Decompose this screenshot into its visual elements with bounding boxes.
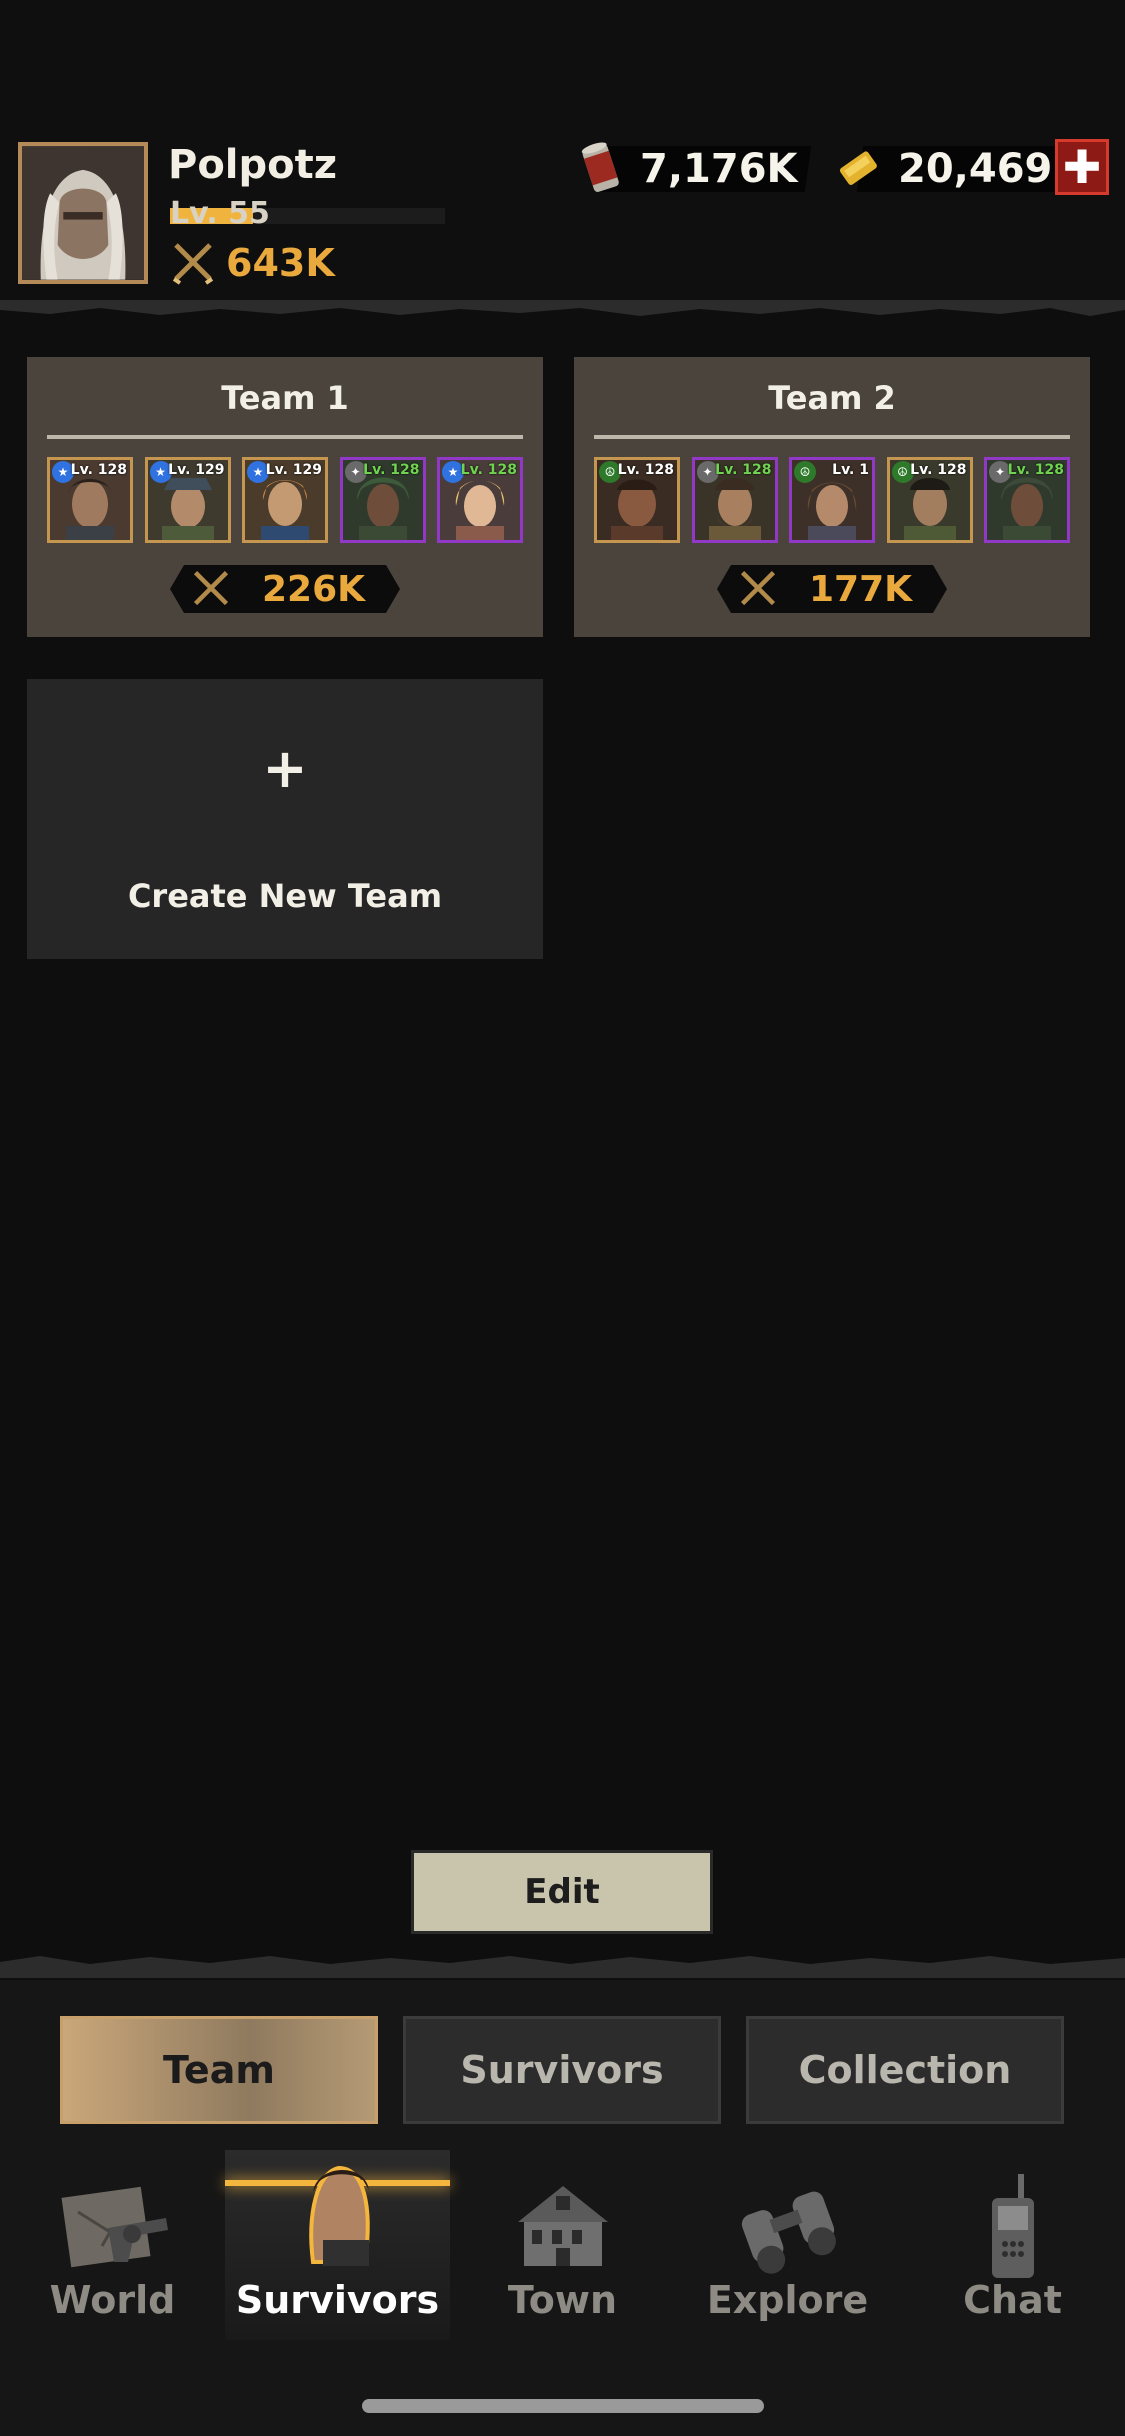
town-house-icon [517,2186,608,2266]
survivor-portrait[interactable]: ☮ Lv. 128 [594,457,680,543]
survivor-level: Lv. 1 [832,462,869,478]
gold-value: 20,469 [898,146,1053,192]
nav-explore[interactable]: Explore [675,2150,900,2340]
survivor-level: Lv. 128 [715,462,772,478]
survivor-portrait[interactable]: ★ Lv. 128 [47,457,133,543]
player-level: Lv. 55 [170,196,270,231]
tab-team[interactable]: Team [60,2016,378,2124]
plus-icon: ✚ [1062,140,1102,194]
survivor-portrait[interactable]: ★ Lv. 129 [144,457,231,543]
nav-town[interactable]: Town [450,2150,675,2340]
nav-label: Survivors [235,2278,440,2322]
tab-label: Collection [798,2048,1012,2092]
team-power-value: 226K [262,569,366,610]
survivor-level: Lv. 129 [265,462,322,478]
torn-edge-divider [0,1956,1125,1978]
survivor-portrait[interactable]: ★ Lv. 129 [242,457,328,543]
resource-gold[interactable]: 20,469 [834,140,1068,198]
create-team-label: Create New Team [127,877,443,915]
team-title: Team 1 [221,379,349,417]
tab-survivors[interactable]: Survivors [403,2016,721,2124]
nav-label: Town [507,2278,618,2322]
nav-chat[interactable]: Chat [900,2150,1125,2340]
nav-survivors[interactable]: Survivors [225,2150,450,2340]
nav-world[interactable]: World [0,2150,225,2340]
avatar-portrait-icon [22,146,144,280]
food-value: 7,176K [640,146,798,192]
survivor-level: Lv. 128 [460,462,517,478]
team-card-2[interactable]: Team 2 ☮ Lv. 128 ✦ Lv. 128 ☮ Lv. 1 ☮ Lv.… [574,357,1090,637]
tab-label: Survivors [460,2048,664,2092]
home-indicator[interactable] [362,2399,764,2413]
survivor-level: Lv. 128 [363,462,420,478]
team-power: 226K [170,565,400,613]
binoculars-icon [741,2191,836,2274]
player-name: Polpotz [168,142,338,188]
canned-food-icon [581,142,619,192]
nav-label: Chat [963,2278,1062,2322]
tab-label: Team [163,2048,275,2092]
crossed-swords-icon [740,571,776,606]
survivor-portrait[interactable]: ✦ Lv. 128 [984,457,1070,543]
plus-icon: + [262,737,308,800]
create-new-team-button[interactable]: + Create New Team [27,679,543,959]
team-power-value: 177K [809,569,913,610]
survivor-portrait-icon [308,2165,370,2266]
player-power: 643K [170,240,335,286]
crossed-swords-icon [193,571,229,606]
survivor-level: Lv. 128 [1007,462,1064,478]
player-avatar[interactable] [18,142,148,284]
buy-gold-button[interactable]: ✚ [1055,139,1109,195]
team-members: ☮ Lv. 128 ✦ Lv. 128 ☮ Lv. 1 ☮ Lv. 128 ✦ … [594,457,1070,543]
edit-button[interactable]: Edit [411,1850,713,1934]
top-bar: Polpotz Lv. 55 643K 7,176K 20,469 ✚ [0,0,1125,300]
survivor-level: Lv. 128 [910,462,967,478]
team-power: 177K [717,565,947,613]
edit-label: Edit [524,1872,600,1912]
survivor-level: Lv. 128 [70,462,127,478]
level-row: Lv. 55 [170,196,445,231]
resource-food[interactable]: 7,176K [576,140,812,198]
torn-edge-divider [0,300,1125,316]
team-title: Team 2 [768,379,896,417]
survivor-portrait[interactable]: ✦ Lv. 128 [691,457,778,543]
survivor-portrait[interactable]: ✦ Lv. 128 [339,457,426,543]
survivor-portrait[interactable]: ☮ Lv. 128 [886,457,973,543]
class-badge-icon: ☮ [794,461,816,483]
nav-label: Explore [706,2278,869,2322]
nav-label: World [49,2278,176,2322]
world-revolver-icon [61,2186,168,2268]
crossed-swords-icon [172,243,214,285]
player-power-value: 643K [226,241,335,285]
survivor-portrait[interactable]: ★ Lv. 128 [437,457,523,543]
team-card-1[interactable]: Team 1 ★ Lv. 128 ★ Lv. 129 ★ Lv. 129 ✦ L… [27,357,543,637]
survivor-level: Lv. 128 [617,462,674,478]
tab-collection[interactable]: Collection [746,2016,1064,2124]
team-members: ★ Lv. 128 ★ Lv. 129 ★ Lv. 129 ✦ Lv. 128 … [47,457,523,543]
survivor-level: Lv. 129 [168,462,225,478]
walkie-talkie-icon [991,2174,1034,2278]
survivor-portrait[interactable]: ☮ Lv. 1 [789,457,875,543]
divider [47,435,523,439]
gold-bar-icon [839,151,877,185]
divider [594,435,1070,439]
